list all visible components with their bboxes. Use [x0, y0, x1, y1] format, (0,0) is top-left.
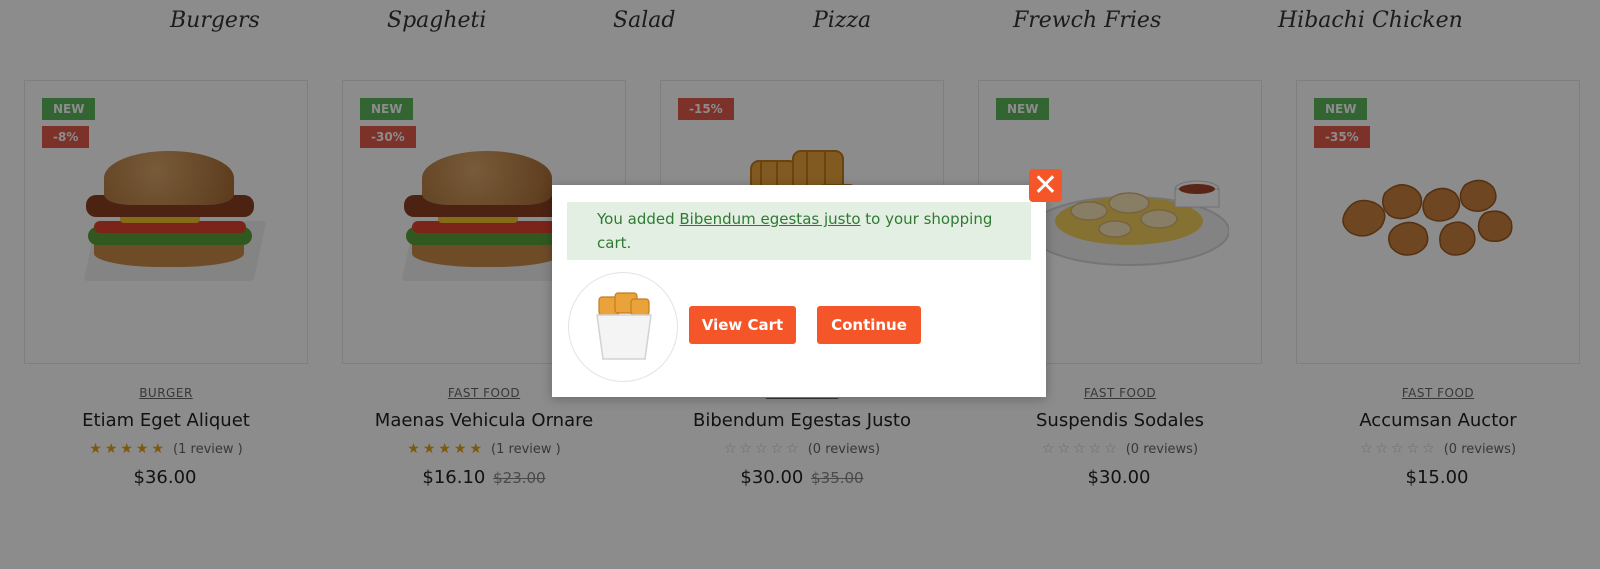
message-prefix: You added — [597, 210, 680, 228]
close-icon: ✕ — [1032, 167, 1059, 203]
view-cart-button[interactable]: View Cart — [689, 306, 796, 344]
added-product-link[interactable]: Bibendum egestas justo — [679, 210, 860, 228]
added-product-thumbnail — [568, 272, 678, 382]
continue-shopping-button[interactable]: Continue — [817, 306, 921, 344]
close-modal-button[interactable]: ✕ — [1029, 169, 1062, 202]
success-message: You added Bibendum egestas justo to your… — [567, 202, 1031, 260]
add-to-cart-modal: You added Bibendum egestas justo to your… — [552, 185, 1046, 397]
fries-box-image — [596, 292, 652, 360]
